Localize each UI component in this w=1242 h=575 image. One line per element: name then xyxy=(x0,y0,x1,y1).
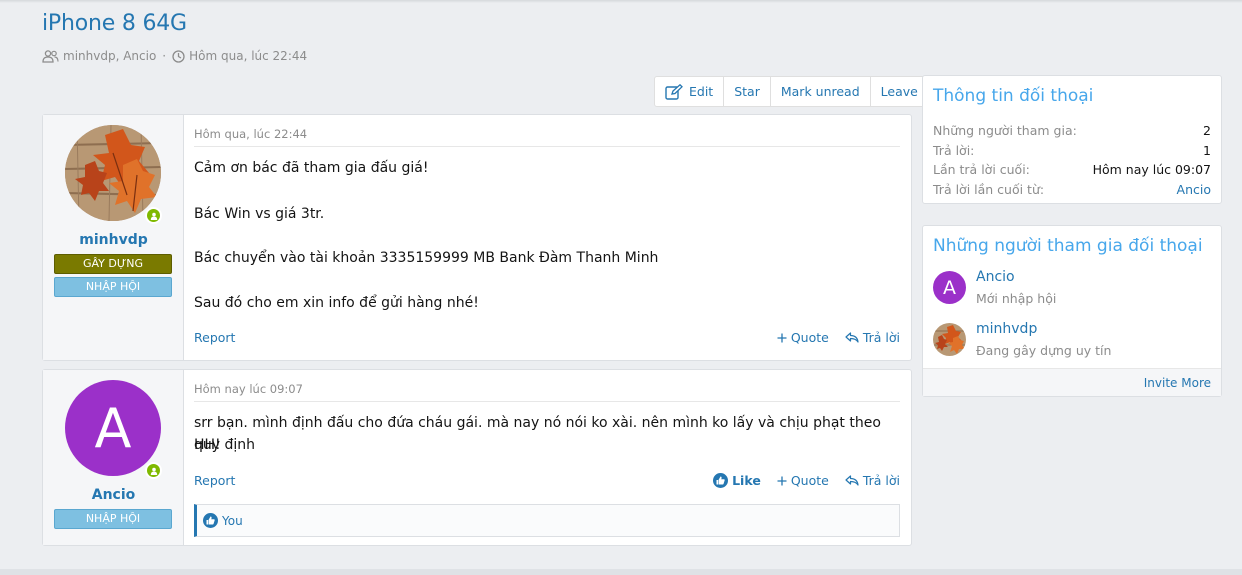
user-icon xyxy=(150,467,157,475)
info-value: 1 xyxy=(1203,142,1211,158)
clock-icon xyxy=(172,49,185,63)
quote-label: Quote xyxy=(790,473,829,488)
thread-meta: minhvdp, Ancio · Hôm qua, lúc 22:44 xyxy=(42,49,307,63)
participants-text[interactable]: minhvdp, Ancio xyxy=(63,49,156,63)
page-title: iPhone 8 64G xyxy=(42,11,187,36)
info-label: Lần trả lời cuối: xyxy=(933,162,1030,177)
participants-block: Những người tham gia đối thoại A Ancio M… xyxy=(922,225,1222,397)
like-button[interactable]: Like xyxy=(713,473,761,488)
leave-label: Leave xyxy=(880,84,918,99)
info-label: Những người tham gia: xyxy=(933,123,1077,138)
quote-button[interactable]: Quote xyxy=(777,330,829,345)
users-icon xyxy=(42,49,59,63)
message-user-cell: A Ancio NHẬP HỘI xyxy=(43,370,184,545)
plus-icon xyxy=(777,333,787,342)
user-rank-badge: NHẬP HỘI xyxy=(54,277,172,297)
block-title: Những người tham gia đối thoại xyxy=(933,236,1203,256)
username[interactable]: Ancio xyxy=(43,487,184,503)
mark-unread-button[interactable]: Mark unread xyxy=(771,77,871,106)
divider xyxy=(194,146,900,147)
message-content: Hôm qua, lúc 22:44 Cảm ơn bác đã tham gi… xyxy=(194,115,900,360)
message-text-line: HH! xyxy=(194,437,221,453)
message-text-line: srr bạn. mình định đấu cho đứa cháu gái.… xyxy=(194,415,881,453)
like-label: Like xyxy=(732,473,761,488)
avatar[interactable]: A xyxy=(933,271,966,304)
info-row: Lần trả lời cuối: Hôm nay lúc 09:07 xyxy=(933,162,1211,182)
reactions-bar[interactable]: You xyxy=(194,504,900,537)
meta-separator: · xyxy=(162,49,167,63)
username[interactable]: minhvdp xyxy=(43,232,184,248)
autumn-leaves-avatar xyxy=(65,125,161,221)
info-value: 2 xyxy=(1203,123,1211,138)
edit-label: Edit xyxy=(689,84,714,99)
user-icon xyxy=(150,212,157,220)
info-label: Trả lời: xyxy=(933,142,975,158)
reply-button[interactable]: Trả lời xyxy=(845,473,900,488)
avatar[interactable]: A xyxy=(65,380,161,476)
star-button[interactable]: Star xyxy=(724,77,771,106)
reply-icon xyxy=(845,332,859,343)
autumn-leaves-avatar xyxy=(933,323,966,356)
message-post: minhvdp GÂY DỰNG NHẬP HỘI Hôm qua, lúc 2… xyxy=(42,114,912,361)
user-rank-badge: GÂY DỰNG xyxy=(54,254,172,274)
thread-date: Hôm qua, lúc 22:44 xyxy=(189,49,308,63)
participant-name[interactable]: Ancio xyxy=(976,269,1015,285)
leave-button[interactable]: Leave xyxy=(871,77,928,106)
footer-strip xyxy=(0,569,1242,575)
plus-icon xyxy=(777,476,787,485)
conversation-toolbar: Edit Star Mark unread Leave xyxy=(654,76,929,107)
report-link[interactable]: Report xyxy=(194,330,235,345)
participant-title: Mới nhập hội xyxy=(976,291,1057,306)
online-indicator xyxy=(145,207,162,224)
online-indicator xyxy=(145,462,162,479)
quote-label: Quote xyxy=(790,330,829,345)
message-date[interactable]: Hôm qua, lúc 22:44 xyxy=(194,127,307,141)
report-link[interactable]: Report xyxy=(194,473,235,488)
info-row: Những người tham gia: 2 xyxy=(933,123,1211,143)
info-pairs: Những người tham gia: 2 Trả lời: 1 Lần trả… xyxy=(933,123,1211,201)
reply-label: Trả lời xyxy=(862,330,900,345)
user-rank-badge: NHẬP HỘI xyxy=(54,509,172,529)
reply-icon xyxy=(845,475,859,486)
message-date[interactable]: Hôm nay lúc 09:07 xyxy=(194,382,303,396)
avatar[interactable] xyxy=(65,125,161,221)
quote-button[interactable]: Quote xyxy=(777,473,829,488)
message-text-line: Cảm ơn bác đã tham gia đấu giá! xyxy=(194,160,429,176)
conversation-info-block: Thông tin đối thoại Những người tham gia… xyxy=(922,75,1222,204)
info-row: Trả lời: 1 xyxy=(933,143,1211,163)
top-shadow xyxy=(0,0,1242,3)
info-value-user-link[interactable]: Ancio xyxy=(1177,182,1211,202)
participant-name[interactable]: minhvdp xyxy=(976,321,1037,337)
reply-button[interactable]: Trả lời xyxy=(845,330,900,345)
thumbs-up-icon xyxy=(713,473,729,488)
message-actions: Quote Trả lời xyxy=(777,330,900,345)
block-title: Thông tin đối thoại xyxy=(933,86,1094,106)
info-row: Trả lời lần cuối từ: Ancio xyxy=(933,182,1211,202)
star-label: Star xyxy=(734,84,760,99)
thumbs-up-icon xyxy=(203,513,218,528)
avatar[interactable] xyxy=(933,323,966,356)
message-post: A Ancio NHẬP HỘI Hôm nay lúc 09:07 srr b… xyxy=(42,369,912,546)
message-text-line: Bác chuyển vào tài khoản 3335159999 MB B… xyxy=(194,250,659,266)
message-actions: Like Quote Trả lời xyxy=(713,473,900,488)
message-user-cell: minhvdp GÂY DỰNG NHẬP HỘI xyxy=(43,115,184,360)
divider xyxy=(194,401,900,402)
edit-button[interactable]: Edit xyxy=(655,77,725,106)
reply-label: Trả lời xyxy=(862,473,900,488)
participant-item: minhvdp Đang gây dựng uy tín xyxy=(933,320,1211,362)
info-value: Hôm nay lúc 09:07 xyxy=(1092,162,1211,177)
info-label: Trả lời lần cuối từ: xyxy=(933,181,1045,197)
message-content: Hôm nay lúc 09:07 srr bạn. mình định đấu… xyxy=(194,370,900,545)
message-text-line: Bác Win vs giá 3tr. xyxy=(194,206,325,222)
invite-more-link[interactable]: Invite More xyxy=(1144,376,1211,390)
message-text-line: Sau đó cho em xin info để gửi hàng nhé! xyxy=(194,295,479,311)
participant-title: Đang gây dựng uy tín xyxy=(976,343,1112,358)
reactions-text: You xyxy=(222,513,243,528)
participant-item: A Ancio Mới nhập hội xyxy=(933,268,1211,310)
mark-unread-label: Mark unread xyxy=(780,84,860,99)
block-footer: Invite More xyxy=(923,368,1221,396)
edit-icon xyxy=(665,83,683,100)
